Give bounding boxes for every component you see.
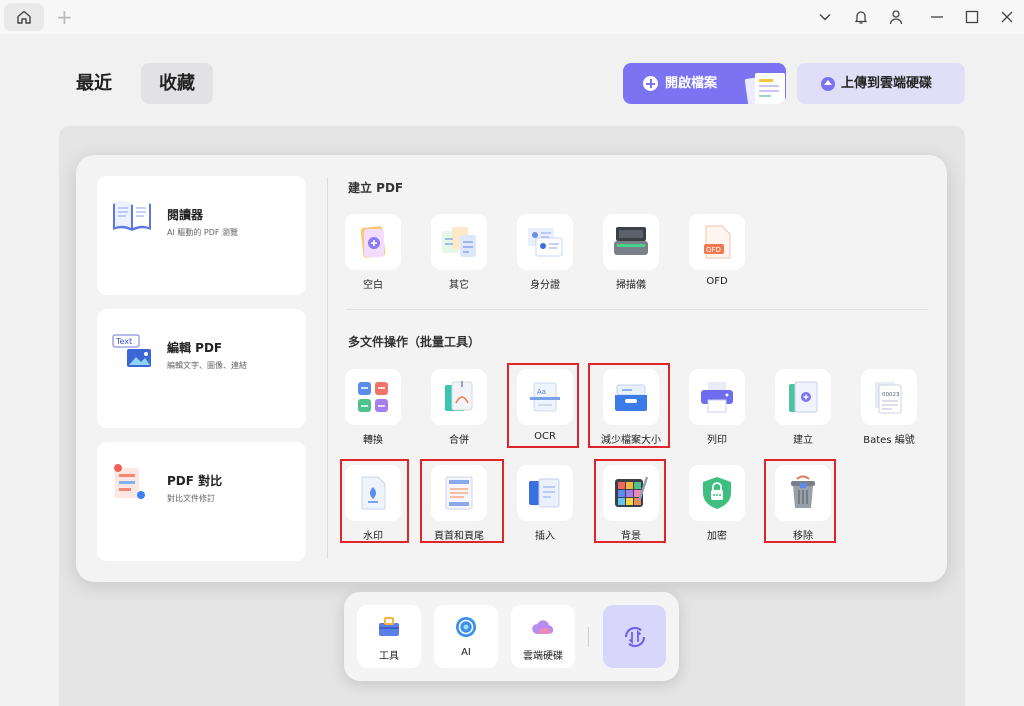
tool-other[interactable]: 其它 <box>416 214 502 291</box>
user-icon[interactable] <box>886 7 906 27</box>
create-pdf-title: 建立 PDF <box>348 181 404 195</box>
insert-pages-icon <box>529 478 560 508</box>
open-file-label: 開啟檔案 <box>665 76 718 91</box>
dock-cloud[interactable]: 雲端硬碟 <box>511 605 575 668</box>
svg-text:00023: 00023 <box>882 392 900 398</box>
dock-label: 雲端硬碟 <box>523 651 563 662</box>
reader-card[interactable]: 閱讀器 AI 驅動的 PDF 瀏覽 <box>97 176 306 295</box>
bottom-dock: 工具 AI 雲端硬碟 <box>344 592 679 681</box>
edit-pdf-subtitle: 編輯文字、圖像、連結 <box>167 361 247 370</box>
cloud-icon <box>532 620 554 634</box>
tool-create[interactable]: 建立 <box>760 369 846 446</box>
reader-title: 閱讀器 <box>167 208 204 222</box>
upload-cloud-button[interactable]: 上傳到雲端硬碟 <box>797 63 965 104</box>
compare-pdf-subtitle: 對比文件修訂 <box>167 494 215 503</box>
dock-tools[interactable]: 工具 <box>357 605 421 668</box>
highlight-box <box>340 459 409 543</box>
compare-pdf-title: PDF 對比 <box>167 474 223 488</box>
lock-icon <box>703 477 731 509</box>
tool-label: 其它 <box>449 280 469 291</box>
maximize-icon[interactable] <box>962 7 982 27</box>
tab-favorites[interactable]: 收藏 <box>141 63 213 104</box>
tool-print[interactable]: 列印 <box>674 369 760 446</box>
compare-pdf-card[interactable]: PDF 對比 對比文件修訂 <box>97 442 306 561</box>
bates-numbering-icon: 00023 <box>875 382 902 414</box>
edit-pdf-card[interactable]: Text 編輯 PDF 編輯文字、圖像、連結 <box>97 309 306 428</box>
upload-icon <box>821 77 835 91</box>
tab-recent[interactable]: 最近 <box>76 63 112 104</box>
tool-encrypt[interactable]: 加密 <box>674 465 760 542</box>
tool-label: 建立 <box>793 435 813 446</box>
tool-label: 插入 <box>535 531 555 542</box>
tool-label: 掃描儀 <box>616 280 646 291</box>
chevron-down-icon[interactable] <box>815 7 835 27</box>
bell-icon[interactable] <box>851 7 871 27</box>
convert-icon <box>358 382 388 412</box>
tool-label: OFD <box>706 276 728 287</box>
tool-bates[interactable]: 00023 Bates 編號 <box>846 369 932 446</box>
ai-icon <box>456 617 476 637</box>
tool-insert[interactable]: 插入 <box>502 465 588 542</box>
tool-merge[interactable]: 合併 <box>416 369 502 446</box>
tool-label: 身分證 <box>530 280 560 291</box>
ofd-file-icon: OFD <box>704 225 731 259</box>
other-formats-icon <box>442 227 476 257</box>
tool-scanner[interactable]: 掃描儀 <box>588 214 674 291</box>
close-icon[interactable] <box>997 7 1017 27</box>
highlight-box <box>420 459 504 543</box>
batch-tools-title: 多文件操作（批量工具） <box>348 335 481 349</box>
tool-id-card[interactable]: 身分證 <box>502 214 588 291</box>
printer-icon <box>701 382 733 413</box>
highlight-box <box>764 459 836 543</box>
id-card-icon <box>528 228 563 257</box>
tool-label: 列印 <box>707 435 727 446</box>
highlight-box <box>594 459 666 543</box>
svg-text:Text: Text <box>115 337 132 346</box>
tools-panel: 閱讀器 AI 驅動的 PDF 瀏覽 Text 編輯 PDF 編輯文字、圖像、連結… <box>76 155 947 582</box>
upload-cloud-label: 上傳到雲端硬碟 <box>841 76 933 91</box>
highlight-box <box>507 363 579 448</box>
home-tab[interactable] <box>4 3 44 31</box>
toolbox-icon <box>379 617 399 636</box>
reader-subtitle: AI 驅動的 PDF 瀏覽 <box>167 228 239 237</box>
section-divider <box>346 309 928 310</box>
plus-circle-icon <box>643 76 658 91</box>
tool-blank[interactable]: 空白 <box>330 214 416 291</box>
blank-page-icon <box>360 226 386 258</box>
create-icon <box>789 381 818 413</box>
tool-ofd[interactable]: OFD OFD <box>674 214 760 288</box>
dock-label: 工具 <box>379 651 399 662</box>
compare-icon <box>114 464 145 499</box>
tool-convert[interactable]: 轉換 <box>330 369 416 446</box>
text-edit-icon: Text <box>112 334 151 367</box>
switch-icon <box>624 626 645 647</box>
minimize-icon[interactable] <box>927 7 947 27</box>
merge-icon <box>445 381 473 411</box>
documents-illustration-icon <box>744 73 785 104</box>
edit-pdf-title: 編輯 PDF <box>167 341 223 355</box>
tool-label: 加密 <box>707 531 727 542</box>
dock-switch-button[interactable] <box>603 605 666 668</box>
home-icon <box>17 10 31 24</box>
new-tab-button[interactable]: + <box>56 7 73 27</box>
scanner-icon <box>614 227 648 255</box>
tool-label: Bates 編號 <box>863 435 915 446</box>
svg-text:OFD: OFD <box>706 246 721 254</box>
dock-separator <box>588 627 589 647</box>
tool-label: 合併 <box>449 435 469 446</box>
open-file-button[interactable]: 開啟檔案 <box>623 63 786 104</box>
panel-divider <box>327 177 328 559</box>
tool-label: 空白 <box>363 280 383 291</box>
dock-label: AI <box>461 647 471 658</box>
book-icon <box>113 200 151 231</box>
tool-label: 轉換 <box>363 435 383 446</box>
highlight-box <box>588 363 670 448</box>
title-bar: + <box>0 0 1024 34</box>
dock-ai[interactable]: AI <box>434 605 498 668</box>
